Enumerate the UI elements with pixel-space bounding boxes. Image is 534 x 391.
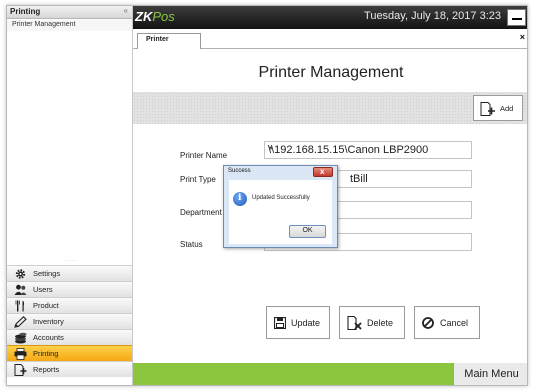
nav-item-settings[interactable]: Settings — [7, 265, 132, 281]
logo-suffix: Pos — [152, 9, 175, 24]
department-label: Department — [180, 208, 222, 217]
nav-item-inventory[interactable]: Inventory — [7, 313, 132, 329]
module-nav: Settings Users Product Inventory Account… — [7, 265, 132, 377]
info-icon: i — [233, 192, 247, 206]
main-content: Printer Management Add Printer Name \\19… — [133, 49, 527, 385]
save-icon — [274, 317, 286, 329]
close-icon: x — [320, 167, 325, 176]
current-datetime: Tuesday, July 18, 2017 3:23 — [364, 10, 501, 22]
delete-label: Delete — [367, 318, 394, 328]
delete-document-icon — [347, 316, 362, 330]
main-menu-button[interactable]: Main Menu — [453, 363, 527, 385]
nav-label: Users — [33, 285, 53, 294]
dialog-title: Success — [228, 168, 251, 174]
cancel-icon — [422, 317, 434, 329]
nav-label: Settings — [33, 269, 61, 278]
dialog-close-button[interactable]: x — [313, 167, 333, 177]
nav-item-accounts[interactable]: Accounts — [7, 329, 132, 345]
dialog-message: Updated Successfully — [252, 195, 310, 201]
minimize-button[interactable] — [507, 9, 526, 26]
zkpos-logo: ZKPos — [135, 9, 175, 24]
close-tab-icon[interactable]: × — [520, 32, 525, 42]
nav-item-product[interactable]: Product — [7, 297, 132, 313]
cutlery-icon — [15, 300, 25, 312]
cancel-label: Cancel — [440, 318, 469, 328]
dialog-body: i Updated Successfully OK — [229, 180, 332, 244]
nav-item-reports[interactable]: Reports — [7, 361, 132, 377]
collapse-sidebar-icon[interactable]: « — [124, 6, 128, 15]
status-label: Status — [180, 240, 203, 249]
info-glyph: i — [238, 193, 242, 203]
ok-label: OK — [302, 227, 313, 234]
toolbar: Add — [133, 92, 527, 124]
update-label: Update — [291, 318, 321, 328]
add-button[interactable]: Add — [473, 95, 523, 121]
nav-label: Printing — [33, 349, 59, 358]
update-button[interactable]: Update — [266, 306, 330, 339]
gear-icon — [15, 269, 26, 279]
ok-button[interactable]: OK — [289, 225, 326, 238]
print-type-label: Print Type — [180, 175, 216, 184]
nav-label: Inventory — [33, 317, 64, 326]
add-document-icon — [480, 102, 495, 116]
cancel-button[interactable]: Cancel — [414, 306, 480, 339]
sidebar-subitem-label: Printer Management — [12, 21, 76, 28]
bottom-bar: Main Menu — [133, 363, 527, 385]
tab-printer[interactable]: Printer — [137, 33, 201, 50]
nav-label: Accounts — [33, 333, 64, 342]
nav-label: Product — [33, 301, 59, 310]
users-icon — [14, 284, 27, 295]
report-icon — [14, 364, 27, 376]
app-window: Printing « Printer Management ····· Sett… — [6, 5, 528, 386]
nav-label: Reports — [33, 365, 60, 374]
sidebar: Printing « Printer Management ····· Sett… — [7, 6, 133, 385]
logo-prefix: ZK — [135, 9, 153, 24]
splitter-grip[interactable]: ····· — [63, 258, 78, 264]
main-menu-label: Main Menu — [464, 368, 519, 380]
pencil-icon — [14, 316, 27, 328]
coins-icon — [15, 332, 27, 344]
printer-name-label: Printer Name — [180, 151, 228, 160]
tab-label: Printer — [146, 36, 169, 43]
sidebar-title: Printing — [10, 7, 41, 16]
nav-item-users[interactable]: Users — [7, 281, 132, 297]
nav-item-printing[interactable]: Printing — [7, 345, 132, 361]
success-dialog: Success x i Updated Successfully OK — [223, 165, 338, 248]
delete-button[interactable]: Delete — [339, 306, 405, 339]
printer-name-select[interactable]: \\192.168.15.15\Canon LBP2900 ▼ — [264, 141, 472, 159]
printer-icon — [14, 348, 27, 360]
chevron-down-icon: ▼ — [268, 146, 274, 152]
tab-strip: Printer × — [133, 29, 527, 50]
sidebar-header: Printing « — [7, 6, 132, 19]
sidebar-item-printer-management[interactable]: Printer Management — [7, 20, 132, 31]
add-label: Add — [500, 104, 514, 113]
page-title: Printer Management — [258, 64, 404, 81]
top-bar: ZKPos Tuesday, July 18, 2017 3:23 — [133, 6, 527, 29]
